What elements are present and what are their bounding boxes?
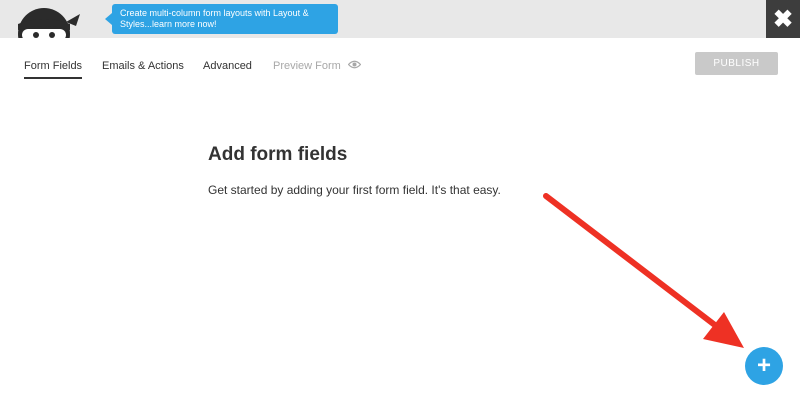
publish-button[interactable]: PUBLISH [695,52,778,75]
page-title: Add form fields [208,144,348,165]
tab-label: Emails & Actions [102,60,184,72]
top-bar: Create multi-column form layouts with La… [0,0,800,38]
tab-form-fields[interactable]: Form Fields [24,60,83,79]
close-button[interactable]: ✖ [766,0,800,38]
close-icon: ✖ [772,5,794,33]
tab-advanced[interactable]: Advanced [203,60,252,77]
tab-emails-actions[interactable]: Emails & Actions [102,60,184,77]
add-field-button[interactable]: + [745,347,783,385]
ninja-logo-icon [6,0,82,38]
page-description: Get started by adding your first form fi… [208,183,501,197]
eye-icon [347,60,362,72]
tab-label: Advanced [203,60,252,72]
layout-styles-notice[interactable]: Create multi-column form layouts with La… [105,4,338,34]
publish-label: PUBLISH [713,58,760,69]
notice-text: Create multi-column form layouts with La… [120,8,309,29]
tab-label: Preview Form [273,60,341,72]
tab-preview-form[interactable]: Preview Form [273,60,362,77]
tab-label: Form Fields [24,60,83,72]
plus-icon: + [756,352,771,379]
